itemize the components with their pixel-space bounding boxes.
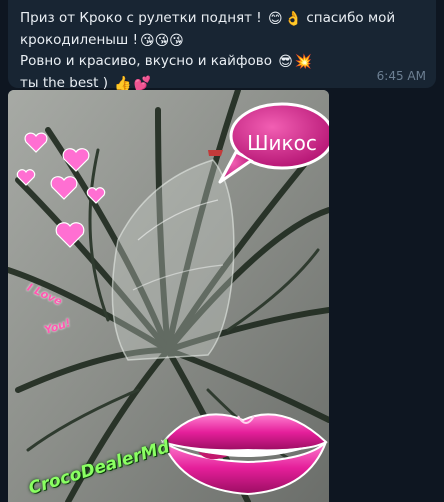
message-line-1: Приз от Кроко с рулетки поднят ! — [20, 10, 267, 26]
message-timestamp: 6:45 AM — [376, 69, 426, 83]
message-line-1-tail: спасибо мой — [302, 10, 396, 26]
message-text: Приз от Кроко с рулетки поднят ! 😊 👌 спас… — [20, 8, 395, 94]
photo-attachment[interactable]: Шикос I Love You! CrocoDealerMd — [8, 90, 329, 502]
message-line-2: крокодиленыш ! — [20, 31, 138, 48]
message-line-3: Ровно и красиво, вкусно и кайфово — [20, 53, 277, 69]
collision-emoji-icon: 💥 — [294, 54, 313, 70]
ok-hand-emoji-icon: 👌 — [284, 11, 303, 27]
message-line-4: ты the best ) — [20, 74, 113, 91]
kiss-emoji-icon: 😘😘😘 — [139, 32, 184, 49]
smile-emoji-icon: 😊 — [268, 11, 283, 27]
speech-bubble-sticker: Шикос — [247, 131, 317, 155]
incoming-message-bubble[interactable]: Приз от Кроко с рулетки поднят ! 😊 👌 спас… — [8, 0, 436, 92]
sunglasses-emoji-icon: 😎 — [278, 54, 293, 70]
